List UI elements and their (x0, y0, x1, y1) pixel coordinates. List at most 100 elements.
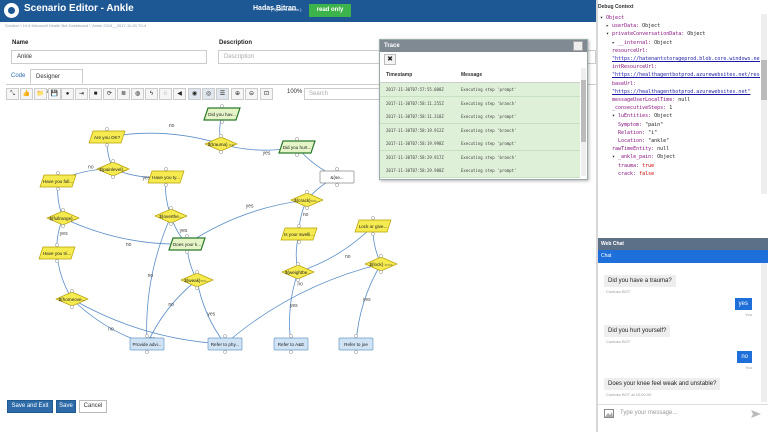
target-icon[interactable]: ◉ (188, 88, 201, 100)
debug-context-tree[interactable]: ▾ Object ▸ userData: Object ▾ privateConv… (598, 14, 760, 194)
flow-node-n13[interactable]: Is your swelli... (280, 224, 318, 244)
connector-handle[interactable] (219, 134, 223, 138)
connector-handle[interactable] (305, 206, 309, 210)
save-icon[interactable]: 💾 (48, 88, 61, 100)
flow-node-n23[interactable]: Refer to joe (338, 334, 374, 354)
connector-handle[interactable] (61, 224, 65, 228)
connector-handle[interactable] (195, 270, 199, 274)
flow-node-n12[interactable]: Does your k... (168, 234, 206, 254)
database-icon[interactable]: ≣ (117, 88, 130, 100)
camera-icon[interactable]: ■ (89, 88, 102, 100)
connector-handle[interactable] (379, 254, 383, 258)
cancel-button[interactable]: Cancel (79, 400, 107, 413)
flow-node-n22[interactable]: Refer to A&E (273, 334, 309, 354)
flow-edge[interactable] (106, 132, 222, 145)
debug-line[interactable]: ▸ __internal: Object (612, 39, 672, 47)
debug-line[interactable]: ▾ Object (600, 14, 624, 22)
connector-handle[interactable] (70, 289, 74, 293)
connector-handle[interactable] (164, 183, 168, 187)
connector-handle[interactable] (297, 240, 301, 244)
chat-input-bar[interactable]: Type your message... (598, 404, 768, 423)
connector-handle[interactable] (371, 232, 375, 236)
zoom-in-icon[interactable]: ⊕ (231, 88, 244, 100)
connector-handle[interactable] (56, 187, 60, 191)
connector-handle[interactable] (354, 334, 358, 338)
connector-handle[interactable] (145, 350, 149, 354)
trace-scroll-thumb[interactable] (581, 80, 586, 142)
trace-row[interactable]: 2017-11-30T07:58:19.998Z Executing step '… (380, 137, 580, 151)
flow-node-n14[interactable]: Lock or give... (354, 216, 392, 236)
expand-icon[interactable]: ⤡ (6, 88, 19, 100)
connector-handle[interactable] (297, 224, 301, 228)
save-and-exit-button[interactable]: Save and Exit (7, 400, 53, 413)
connector-handle[interactable] (185, 234, 189, 238)
trace-row[interactable]: 2017-11-30T07:57:55.008Z Executing step '… (380, 83, 580, 97)
flow-node-n2[interactable]: Are you OK? (88, 127, 126, 147)
zoom-out-icon[interactable]: ⊖ (245, 88, 258, 100)
tab-designer[interactable]: Designer (beta) (30, 69, 83, 95)
flow-node-n15[interactable]: Have you tri... (38, 243, 76, 263)
trace-row[interactable]: 2017-11-30T07:58:29.988Z Executing step '… (380, 164, 580, 178)
chat-bubble-icon[interactable]: ◌ (159, 88, 172, 100)
flow-node-n1[interactable]: Did you hav... (203, 104, 241, 124)
trace-row[interactable]: 2017-11-30T07:58:11.318Z Executing step '… (380, 110, 580, 124)
connector-handle[interactable] (354, 350, 358, 354)
refresh-icon[interactable]: ⟳ (103, 88, 116, 100)
connector-handle[interactable] (289, 350, 293, 354)
flow-edge[interactable] (353, 263, 382, 345)
flow-node-n6[interactable]: Have you full... (39, 171, 77, 191)
connector-handle[interactable] (70, 305, 74, 309)
flow-edge[interactable] (56, 252, 73, 300)
connector-handle[interactable] (55, 243, 59, 247)
name-input[interactable]: Ankle (11, 50, 207, 64)
connector-handle[interactable] (296, 262, 300, 266)
info-icon[interactable]: ● (61, 88, 74, 100)
bolt-icon[interactable]: ϟ (145, 88, 158, 100)
debug-line[interactable]: ▸ userData: Object (606, 22, 660, 30)
connector-handle[interactable] (164, 167, 168, 171)
connector-handle[interactable] (371, 216, 375, 220)
trace-row[interactable]: 2017-11-30T07:58:11.255Z Executing step '… (380, 96, 580, 111)
connector-handle[interactable] (296, 278, 300, 282)
connector-handle[interactable] (105, 143, 109, 147)
connector-handle[interactable] (295, 153, 299, 157)
debug-line[interactable]: ▾ luEntities: Object (612, 112, 672, 120)
fit-icon[interactable]: ⊡ (260, 88, 273, 100)
connector-handle[interactable] (169, 222, 173, 226)
chat-scrollbar[interactable] (761, 263, 767, 402)
flow-node-n16[interactable]: ${weightbe... (281, 262, 315, 282)
debug-scroll-thumb[interactable] (761, 60, 767, 100)
flow-node-n17[interactable]: ${lock} === (364, 254, 398, 274)
flow-node-n5[interactable]: ${painlevel}... (96, 159, 130, 179)
connector-handle[interactable] (111, 159, 115, 163)
trace-window-button[interactable] (573, 41, 583, 51)
connector-handle[interactable] (289, 334, 293, 338)
arrow-left-icon[interactable]: ◀ (173, 88, 186, 100)
signin-icon[interactable]: ⇥ (75, 88, 88, 100)
debug-scrollbar[interactable] (761, 14, 767, 194)
flow-node-n9[interactable]: ${fullrange}... (46, 208, 80, 228)
connector-handle[interactable] (55, 259, 59, 263)
connector-handle[interactable] (145, 334, 149, 338)
connector-handle[interactable] (379, 270, 383, 274)
thumbs-up-icon[interactable]: 👍 (20, 88, 33, 100)
trace-row[interactable]: 2017-11-30T07:58:29.917Z Executing step '… (380, 150, 580, 165)
send-icon[interactable] (750, 409, 762, 419)
flow-node-n21[interactable]: Refer to phy... (207, 334, 243, 354)
flow-node-n7[interactable]: Have you ty... (147, 167, 185, 187)
chat-message-input[interactable]: Type your message... (620, 410, 677, 416)
flow-node-n3[interactable]: ${trauma} == (204, 134, 238, 154)
tab-code[interactable]: Code (6, 69, 30, 84)
flow-node-n10[interactable]: ${overthe... (154, 206, 188, 226)
connector-handle[interactable] (220, 120, 224, 124)
connector-handle[interactable] (169, 206, 173, 210)
debug-line[interactable]: ▾ privateConversationData: Object (606, 30, 705, 38)
trace-close-icon[interactable]: ✖ (384, 54, 396, 65)
connector-handle[interactable] (219, 150, 223, 154)
connector-handle[interactable] (195, 286, 199, 290)
connector-handle[interactable] (335, 183, 339, 187)
connector-handle[interactable] (111, 175, 115, 179)
connector-handle[interactable] (56, 171, 60, 175)
flow-node-n11[interactable]: ${crack}==... (290, 190, 324, 210)
breadcrumb[interactable]: Solution \ HI-4 Microsoft Health Bot Das… (5, 23, 146, 28)
